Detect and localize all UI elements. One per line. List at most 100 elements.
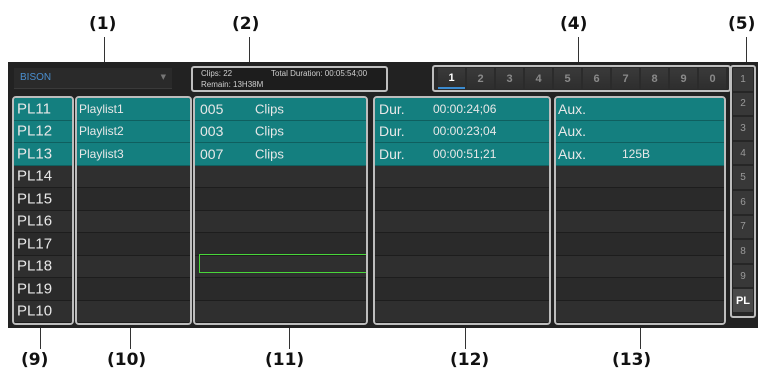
page-tab-9[interactable]: 9 [733,264,753,288]
clips-cell[interactable] [195,278,366,301]
clips-cell[interactable]: 007 Clips [195,143,366,166]
bank-tab-6[interactable]: 6 [583,68,610,89]
duration-value: 00:00:23;04 [433,124,497,139]
clips-cell[interactable] [195,165,366,188]
callout-13: (13) [612,350,652,370]
dur-label: Dur. [379,123,405,140]
aux-cell[interactable] [556,165,724,188]
duration-cell[interactable] [375,233,549,256]
aux-cell[interactable] [556,300,724,323]
duration-cell[interactable]: Dur. 00:00:23;04 [375,120,549,143]
dur-label: Dur. [379,100,405,117]
page-tab-1[interactable]: 1 [733,68,753,91]
playlist-app: BISON ▼ Clips: 22 Total Duration: 00:05:… [8,62,758,328]
aux-cell[interactable] [556,233,724,256]
drop-target-highlight [199,254,366,273]
playlist-name-cell[interactable] [77,165,190,188]
playlist-row[interactable]: PL14 [14,165,72,188]
bank-tab-1[interactable]: 1 [438,68,465,89]
clips-cell[interactable]: 003 Clips [195,120,366,143]
page-tab-6[interactable]: 6 [733,190,753,214]
aux-cell[interactable] [556,255,724,278]
callout-5: (5) [728,14,756,34]
leader-line-9 [40,325,41,349]
playlist-id: PL17 [17,235,53,253]
callout-12: (12) [450,350,490,370]
duration-cell[interactable] [375,210,549,233]
playlist-name-cell[interactable] [77,233,190,256]
callout-4: (4) [560,14,588,34]
aux-cell[interactable]: Aux. [556,98,724,121]
playlist-id: PL19 [17,280,53,298]
playlist-row[interactable]: PL17 [14,233,72,256]
remain-text: Remain: 13H38M [201,80,264,89]
page-tab-4[interactable]: 4 [733,141,753,165]
callout-2: (2) [232,14,260,34]
bank-tab-3[interactable]: 3 [496,68,523,89]
bank-tab-bar: 1 2 3 4 5 6 7 8 9 0 [432,65,731,92]
page-tab-pl[interactable]: PL [733,289,753,312]
leader-line-5 [746,37,747,65]
duration-value: 00:00:51;21 [433,146,497,161]
playlist-id-column: PL11 PL12 PL13 PL14 PL15 PL16 PL17 PL18 … [12,96,74,325]
leader-line-10 [130,325,131,349]
playlist-name-column: Playlist1 Playlist2 Playlist3 [75,96,192,325]
playlist-name-cell[interactable]: Playlist2 [77,120,190,143]
playlist-id: PL13 [17,145,53,163]
duration-cell[interactable] [375,188,549,211]
page-tab-5[interactable]: 5 [733,166,753,189]
bank-tab-7[interactable]: 7 [612,68,639,89]
duration-value: 00:00:24;06 [433,101,497,116]
bank-tab-5[interactable]: 5 [554,68,581,89]
bank-tab-2[interactable]: 2 [467,68,494,89]
clips-cell[interactable] [195,233,366,256]
page-tab-8[interactable]: 8 [733,240,753,263]
playlist-name-cell[interactable] [77,278,190,301]
playlist-row[interactable]: PL13 [14,143,72,166]
clips-cell[interactable] [195,300,366,323]
playlist-row[interactable]: PL11 [14,98,72,121]
duration-cell[interactable]: Dur. 00:00:24;06 [375,98,549,121]
leader-line-11 [289,325,290,349]
duration-cell[interactable] [375,165,549,188]
aux-cell[interactable]: Aux. [556,120,724,143]
bank-tab-9[interactable]: 9 [670,68,697,89]
duration-cell[interactable] [375,278,549,301]
aux-cell[interactable] [556,188,724,211]
device-name: BISON [20,72,52,83]
playlist-row[interactable]: PL18 [14,255,72,278]
device-dropdown[interactable]: BISON ▼ [14,68,172,89]
callout-9: (9) [21,350,49,370]
page-tab-2[interactable]: 2 [733,92,753,116]
aux-cell[interactable] [556,210,724,233]
playlist-name-cell[interactable] [77,255,190,278]
duration-cell[interactable] [375,300,549,323]
playlist-row[interactable]: PL10 [14,300,72,323]
total-duration-text: Total Duration: 00:05:54;00 [271,69,368,78]
clips-cell[interactable] [195,188,366,211]
aux-cell[interactable] [556,278,724,301]
bank-tab-4[interactable]: 4 [525,68,552,89]
clips-cell[interactable] [195,210,366,233]
playlist-name-cell[interactable] [77,300,190,323]
aux-cell[interactable]: Aux. 125B [556,143,724,166]
clips-cell[interactable]: 005 Clips [195,98,366,121]
duration-cell[interactable]: Dur. 00:00:51;21 [375,143,549,166]
playlist-row[interactable]: PL12 [14,120,72,143]
bank-tab-8[interactable]: 8 [641,68,668,89]
playlist-id: PL15 [17,190,53,208]
page-tab-7[interactable]: 7 [733,215,753,239]
duration-cell[interactable] [375,255,549,278]
playlist-name-cell[interactable] [77,188,190,211]
clips-label: Clips [255,123,284,139]
playlist-name: Playlist3 [79,146,124,161]
playlist-name: Playlist2 [79,124,124,139]
playlist-name-cell[interactable]: Playlist3 [77,143,190,166]
playlist-name-cell[interactable] [77,210,190,233]
playlist-row[interactable]: PL19 [14,278,72,301]
bank-tab-0[interactable]: 0 [699,68,726,89]
playlist-row[interactable]: PL16 [14,210,72,233]
page-tab-3[interactable]: 3 [733,117,753,140]
playlist-row[interactable]: PL15 [14,188,72,211]
playlist-name-cell[interactable]: Playlist1 [77,98,190,121]
